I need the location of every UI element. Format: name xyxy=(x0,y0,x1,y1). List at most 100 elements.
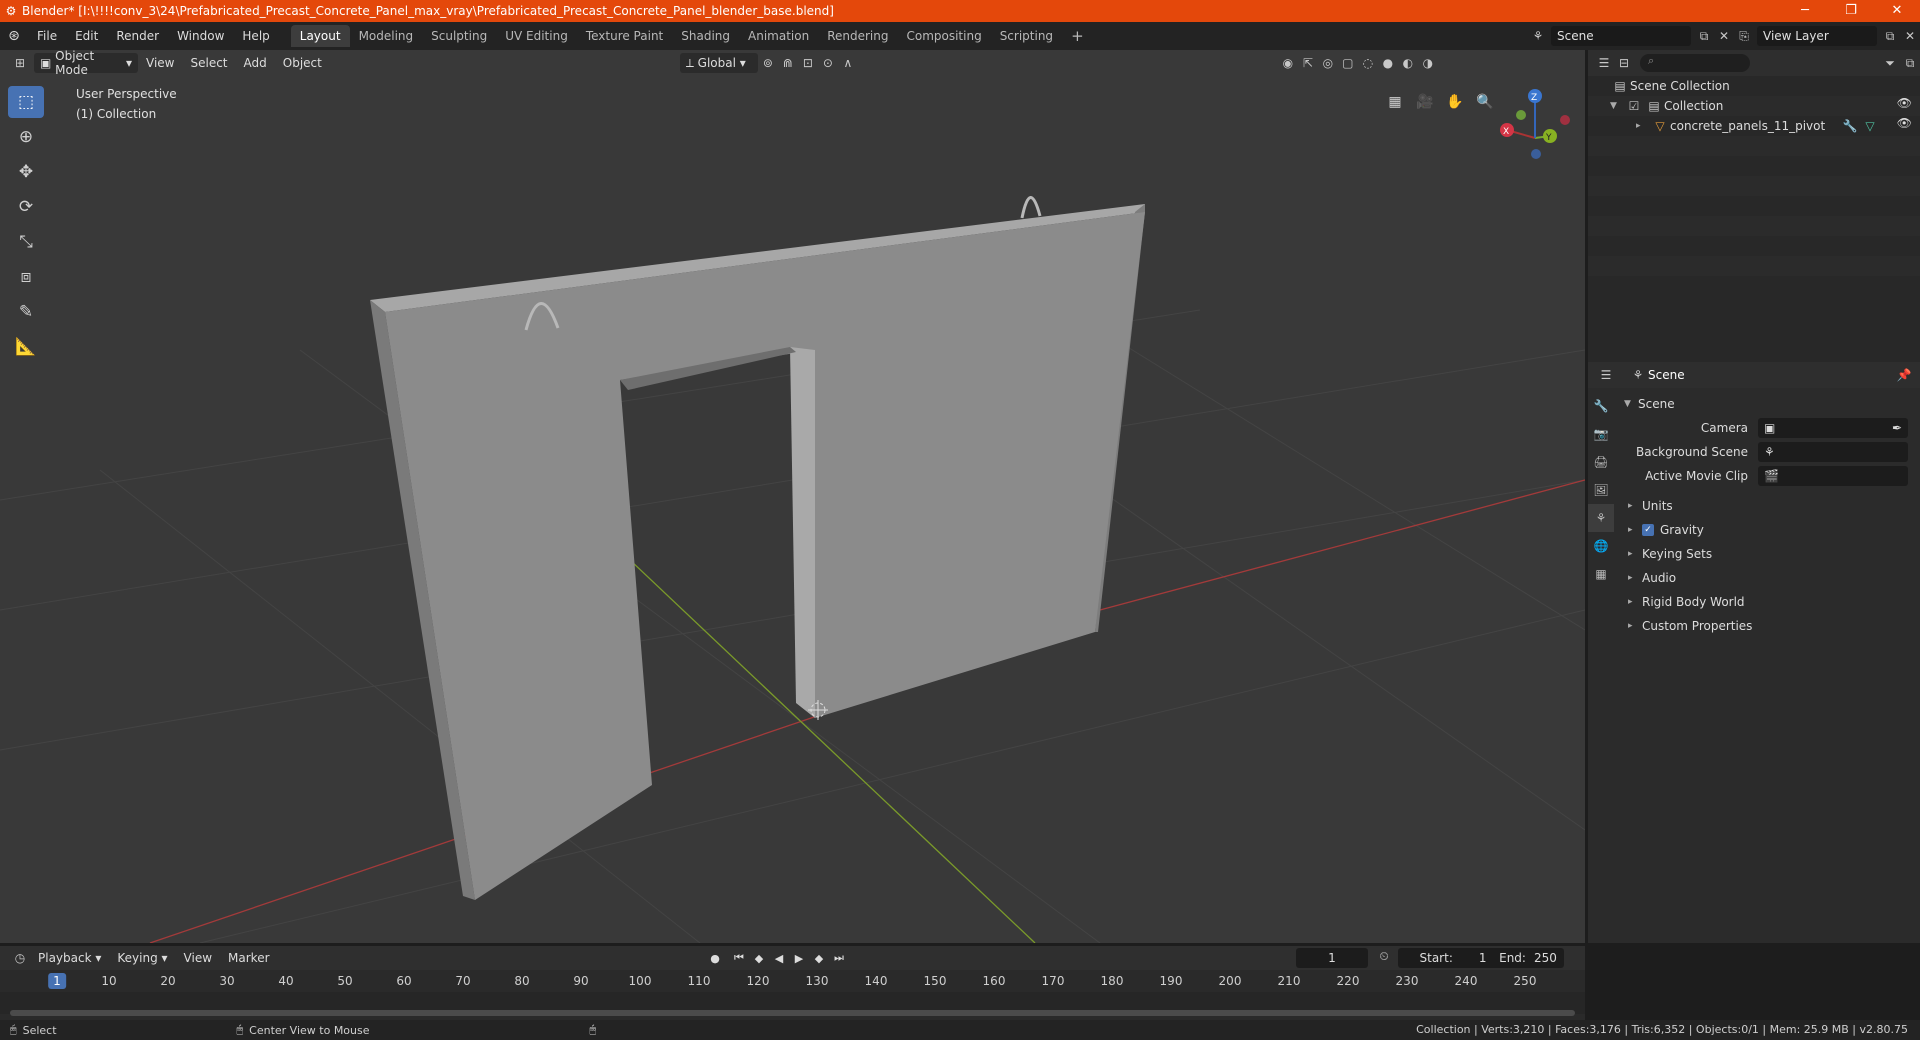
pivot-icon[interactable]: ⊚ xyxy=(758,56,778,70)
rotate-tool-icon[interactable]: ⟳ xyxy=(8,191,44,223)
tool-tab-icon[interactable]: 🔧 xyxy=(1588,392,1614,420)
delete-scene-icon[interactable]: ✕ xyxy=(1714,29,1734,43)
gizmo-neg-y-axis[interactable] xyxy=(1516,110,1526,120)
annotate-tool-icon[interactable]: ✎ xyxy=(8,296,44,328)
scale-tool-icon[interactable]: ⤡ xyxy=(8,226,44,258)
gizmo-neg-x-axis[interactable] xyxy=(1560,115,1570,125)
material-shading-icon[interactable]: ◐ xyxy=(1398,56,1418,70)
view-layer-tab-icon[interactable]: 🖼 xyxy=(1588,476,1614,504)
gizmo-neg-z-axis[interactable] xyxy=(1531,149,1541,159)
tab-rendering[interactable]: Rendering xyxy=(818,25,897,47)
rigid-body-world-panel[interactable]: ▸ Rigid Body World xyxy=(1618,590,1916,614)
menu-window[interactable]: Window xyxy=(168,22,233,50)
mesh-data-icon[interactable]: ▽ xyxy=(1860,119,1880,133)
tab-texture-paint[interactable]: Texture Paint xyxy=(577,25,672,47)
cursor-tool-icon[interactable]: ⊕ xyxy=(8,121,44,153)
timeline-scrollbar[interactable] xyxy=(10,1010,1575,1016)
menu-file[interactable]: File xyxy=(28,22,66,50)
menu-edit[interactable]: Edit xyxy=(66,22,107,50)
timeline-ruler[interactable]: 1 10 20 30 40 50 60 70 80 90 100 110 120 130 140 150 160… xyxy=(0,972,1585,992)
move-tool-icon[interactable]: ✥ xyxy=(8,156,44,188)
outliner-search-input[interactable]: ⌕ xyxy=(1640,54,1750,72)
new-view-layer-icon[interactable]: ⧉ xyxy=(1880,29,1900,44)
pan-hand-icon[interactable]: ✋ xyxy=(1440,88,1470,116)
menu-add[interactable]: Add xyxy=(236,56,275,70)
menu-view[interactable]: View xyxy=(138,56,182,70)
tab-modeling[interactable]: Modeling xyxy=(350,25,423,47)
overlays-icon[interactable]: ◎ xyxy=(1318,56,1338,70)
scene-icon[interactable]: ⚘ xyxy=(1528,29,1548,43)
menu-view[interactable]: View xyxy=(176,951,220,965)
audio-panel[interactable]: ▸ Audio xyxy=(1618,566,1916,590)
output-tab-icon[interactable]: 🖨 xyxy=(1588,448,1614,476)
world-tab-icon[interactable]: 🌐 xyxy=(1588,532,1614,560)
perspective-toggle-icon[interactable]: ▦ xyxy=(1380,88,1410,116)
gizmo-toggle-icon[interactable]: ⇱ xyxy=(1298,56,1318,70)
camera-field[interactable]: ▣ ✒ xyxy=(1758,418,1908,438)
current-frame-field[interactable]: 1 xyxy=(1296,948,1368,968)
checkbox-icon[interactable]: ☑ xyxy=(1624,99,1644,113)
camera-view-icon[interactable]: 🎥 xyxy=(1410,88,1440,116)
maximize-button[interactable]: ❐ xyxy=(1828,0,1874,22)
texture-tab-icon[interactable]: ▦ xyxy=(1588,560,1614,588)
visibility-icon[interactable]: ◉ xyxy=(1278,56,1298,70)
outliner-row-collection[interactable]: ▼ ☑ ▤ Collection 👁 xyxy=(1588,96,1920,116)
tab-compositing[interactable]: Compositing xyxy=(897,25,990,47)
measure-tool-icon[interactable]: 📐 xyxy=(8,331,44,363)
scene-section-header[interactable]: ▼ Scene xyxy=(1618,392,1916,416)
transform-tool-icon[interactable]: ⧈ xyxy=(8,261,44,293)
xray-icon[interactable]: ▢ xyxy=(1338,56,1358,70)
tab-shading[interactable]: Shading xyxy=(672,25,739,47)
blender-menu-icon[interactable]: ⊛ xyxy=(0,28,28,44)
menu-playback[interactable]: Playback ▾ xyxy=(30,951,109,965)
view-layer-icon[interactable]: ⎘ xyxy=(1734,29,1754,44)
scene-field[interactable]: Scene xyxy=(1551,26,1691,46)
end-frame-field[interactable]: End: 250 xyxy=(1492,948,1564,968)
clock-icon[interactable]: ⏲ xyxy=(1374,949,1394,964)
pin-icon[interactable]: 📌 xyxy=(1894,368,1914,382)
record-icon[interactable]: ● xyxy=(705,948,725,968)
close-button[interactable]: ✕ xyxy=(1874,0,1920,22)
solid-shading-icon[interactable]: ● xyxy=(1378,56,1398,70)
view-layer-field[interactable]: View Layer xyxy=(1757,26,1877,46)
rendered-shading-icon[interactable]: ◑ xyxy=(1418,56,1438,70)
tab-sculpting[interactable]: Sculpting xyxy=(422,25,496,47)
expand-icon[interactable]: ▼ xyxy=(1610,101,1624,111)
viewport-scene[interactable]: Z X Y xyxy=(0,50,1585,943)
editor-type-icon[interactable]: ◷ xyxy=(10,951,30,965)
eye-icon[interactable]: 👁 xyxy=(1897,96,1912,110)
3d-viewport[interactable]: Z X Y ⊞ ▣ Object Mode ▾ View Select Add … xyxy=(0,50,1585,943)
next-keyframe-icon[interactable]: ◆ xyxy=(809,948,829,968)
tab-scripting[interactable]: Scripting xyxy=(991,25,1062,47)
menu-render[interactable]: Render xyxy=(107,22,168,50)
menu-help[interactable]: Help xyxy=(233,22,278,50)
snap-icon[interactable]: ⋒ xyxy=(778,56,798,70)
falloff-icon[interactable]: ∧ xyxy=(838,56,858,70)
editor-type-icon[interactable]: ☰ xyxy=(1594,56,1614,70)
tab-animation[interactable]: Animation xyxy=(739,25,818,47)
background-scene-field[interactable]: ⚘ xyxy=(1758,442,1908,462)
editor-type-icon[interactable]: ⊞ xyxy=(10,56,30,70)
outliner-row-scene-collection[interactable]: ▤ Scene Collection xyxy=(1588,76,1920,96)
units-panel[interactable]: ▸ Units xyxy=(1618,494,1916,518)
menu-select[interactable]: Select xyxy=(182,56,235,70)
minimize-button[interactable]: ─ xyxy=(1782,0,1828,22)
navigation-gizmo[interactable]: Z X Y xyxy=(1500,89,1570,159)
eye-icon[interactable]: 👁 xyxy=(1897,116,1912,130)
outliner-row-object[interactable]: ▸ ▽ concrete_panels_11_pivot 🔧 ▽ 👁 xyxy=(1588,116,1920,136)
play-icon[interactable]: ▶ xyxy=(789,948,809,968)
prev-keyframe-icon[interactable]: ◆ xyxy=(749,948,769,968)
concrete-panel-mesh[interactable] xyxy=(370,196,1145,900)
proportional-edit-icon[interactable]: ⊙ xyxy=(818,56,838,70)
display-mode-icon[interactable]: ⊟ xyxy=(1614,56,1634,70)
filter-icon[interactable]: ⏷ xyxy=(1880,56,1900,71)
play-reverse-icon[interactable]: ◀ xyxy=(769,948,789,968)
gravity-panel[interactable]: ▸ ✓ Gravity xyxy=(1618,518,1916,542)
wireframe-shading-icon[interactable]: ◌ xyxy=(1358,56,1378,70)
new-scene-icon[interactable]: ⧉ xyxy=(1694,29,1714,44)
add-workspace-button[interactable]: + xyxy=(1062,25,1093,47)
delete-view-layer-icon[interactable]: ✕ xyxy=(1900,29,1920,43)
modifier-icon[interactable]: 🔧 xyxy=(1840,119,1860,133)
select-box-tool-icon[interactable]: ⬚ xyxy=(8,86,44,118)
tab-layout[interactable]: Layout xyxy=(290,25,350,47)
